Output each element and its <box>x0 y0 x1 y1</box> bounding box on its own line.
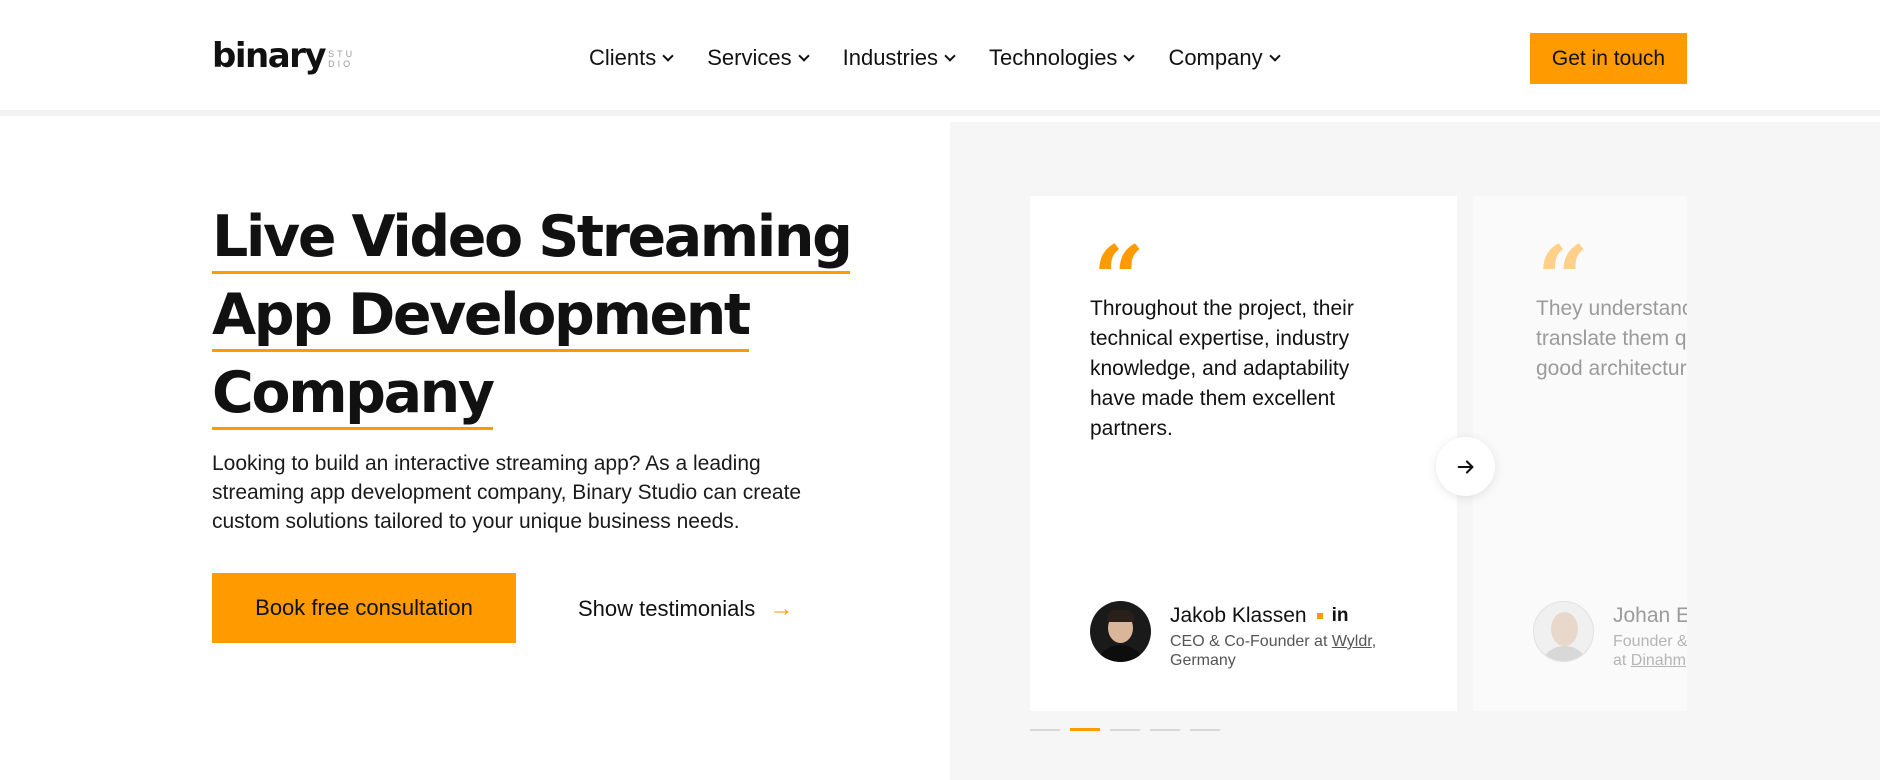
show-testimonials-link[interactable]: Show testimonials → <box>578 594 793 624</box>
company-link[interactable]: Dinahm <box>1631 652 1686 669</box>
carousel-dot[interactable] <box>1030 729 1060 731</box>
testimonial-quote: They understanc translate them q good ar… <box>1536 297 1687 380</box>
get-in-touch-button[interactable]: Get in touch <box>1530 33 1687 84</box>
main-nav: Clients Services Industries Technologies… <box>589 42 1314 74</box>
avatar <box>1533 601 1594 662</box>
quote-icon: “ <box>1537 234 1589 294</box>
chevron-down-icon <box>1268 49 1281 62</box>
nav-item-services[interactable]: Services <box>707 42 810 74</box>
avatar <box>1090 601 1151 662</box>
testimonial-card: “ Throughout the project, their technica… <box>1030 196 1457 711</box>
testimonial-author: Johan E Founder & at Dinahm <box>1533 601 1687 670</box>
company-link[interactable]: Wyldr <box>1332 633 1372 650</box>
separator-dot <box>1316 613 1323 619</box>
carousel-dot[interactable] <box>1150 729 1180 731</box>
title-line: App Development <box>212 281 751 352</box>
author-name: Johan E <box>1613 604 1687 627</box>
chevron-down-icon <box>1123 49 1136 62</box>
logo[interactable]: binary STU DIO <box>212 38 355 74</box>
chevron-down-icon <box>662 49 674 62</box>
nav-item-clients[interactable]: Clients <box>589 42 674 74</box>
carousel-pagination <box>1030 728 1230 731</box>
chevron-down-icon <box>944 49 956 62</box>
book-consultation-button[interactable]: Book free consultation <box>212 573 516 643</box>
chevron-down-icon <box>797 49 810 62</box>
hero-description: Looking to build an interactive streamin… <box>212 452 802 533</box>
title-line: Live Video Streaming <box>212 203 853 274</box>
nav-item-industries[interactable]: Industries <box>843 42 956 74</box>
testimonial-author: Jakob Klassen in CEO & Co-Founder at Wyl… <box>1090 601 1400 670</box>
nav-item-technologies[interactable]: Technologies <box>989 42 1136 74</box>
testimonial-card: “ They understanc translate them q good … <box>1473 196 1687 711</box>
author-role: CEO & Co-Founder at Wyldr, Germany <box>1170 633 1377 669</box>
author-role: Founder & at Dinahm <box>1613 633 1687 669</box>
nav-item-company[interactable]: Company <box>1168 42 1281 74</box>
carousel-dot[interactable] <box>1190 729 1220 731</box>
arrow-right-icon <box>1457 459 1473 474</box>
author-name: Jakob Klassen <box>1170 604 1307 627</box>
testimonials-carousel: “ Throughout the project, their technica… <box>1030 196 1687 711</box>
linkedin-icon[interactable]: in <box>1332 605 1349 627</box>
carousel-next-button[interactable] <box>1436 437 1495 496</box>
page-title: Live Video Streaming App Development Com… <box>212 200 853 434</box>
title-line: Company <box>212 359 495 430</box>
arrow-right-icon: → <box>769 595 794 622</box>
carousel-dot[interactable] <box>1110 729 1140 731</box>
testimonial-quote: Throughout the project, their technical … <box>1090 297 1354 440</box>
logo-subtext: STU DIO <box>328 49 356 69</box>
logo-wordmark: binary <box>212 36 327 76</box>
carousel-dot[interactable] <box>1070 728 1100 731</box>
quote-icon: “ <box>1093 234 1145 294</box>
site-header: binary STU DIO Clients Services Industri… <box>0 0 1880 116</box>
